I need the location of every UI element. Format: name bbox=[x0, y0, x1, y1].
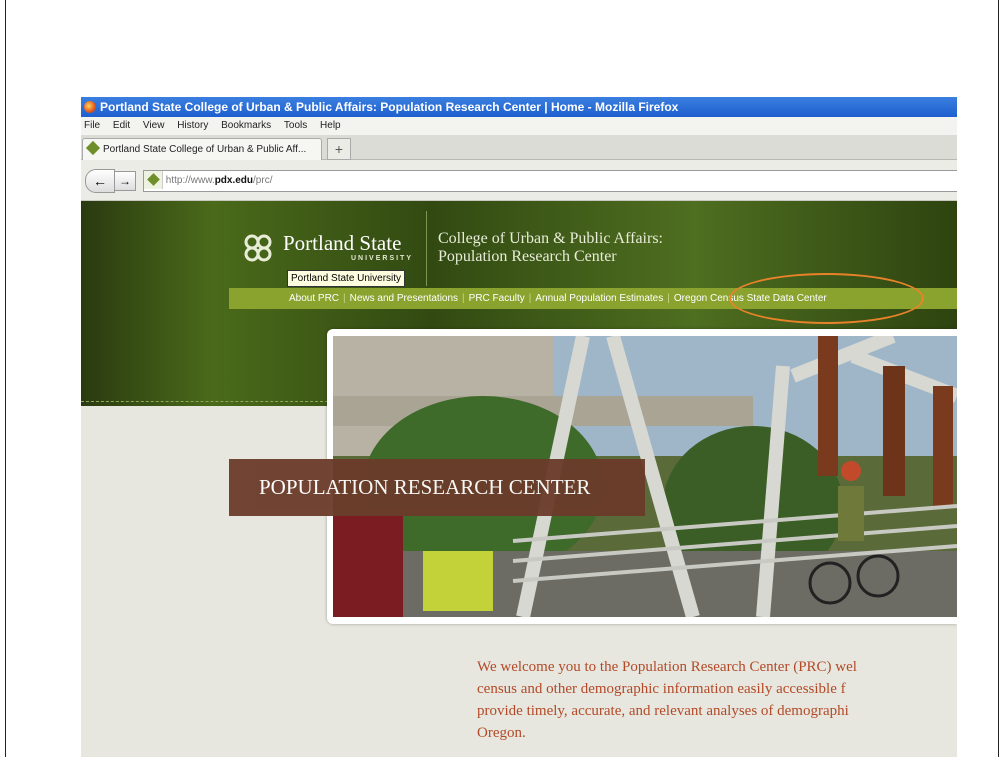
address-bar[interactable]: http://www.pdx.edu/prc/ bbox=[143, 170, 957, 192]
browser-window: Portland State College of Urban & Public… bbox=[81, 97, 957, 757]
url-prefix: http://www. bbox=[165, 175, 215, 186]
forward-button[interactable]: → bbox=[114, 171, 136, 191]
nav-news[interactable]: News and Presentations bbox=[350, 293, 458, 304]
favicon-icon bbox=[85, 140, 101, 156]
nav-faculty[interactable]: PRC Faculty bbox=[469, 293, 525, 304]
menu-help[interactable]: Help bbox=[320, 120, 341, 131]
header-divider bbox=[426, 211, 427, 286]
psu-logo-icon bbox=[244, 234, 272, 262]
logo-tooltip: Portland State University bbox=[287, 270, 406, 287]
site-identity-icon[interactable] bbox=[144, 171, 163, 189]
highlight-ellipse bbox=[729, 273, 924, 324]
back-button[interactable]: ← bbox=[85, 169, 115, 193]
logo-name: Portland State bbox=[283, 231, 402, 255]
url-domain: pdx.edu bbox=[214, 175, 254, 186]
menu-file[interactable]: File bbox=[84, 120, 100, 131]
logo-sub: UNIVERSITY bbox=[351, 255, 414, 262]
welcome-text: We welcome you to the Population Researc… bbox=[477, 659, 857, 741]
window-title: Portland State College of Urban & Public… bbox=[100, 100, 679, 114]
tab-prc-home[interactable]: Portland State College of Urban & Public… bbox=[82, 138, 322, 160]
menu-bookmarks[interactable]: Bookmarks bbox=[221, 120, 271, 131]
nav-annual-estimates[interactable]: Annual Population Estimates bbox=[535, 293, 663, 304]
navigation-toolbar: ← → http://www.pdx.edu/prc/ bbox=[81, 160, 957, 201]
firefox-icon bbox=[84, 101, 96, 113]
college-line-1: College of Urban & Public Affairs: bbox=[438, 230, 663, 247]
population-research-banner: POPULATION RESEARCH CENTER bbox=[229, 459, 645, 516]
college-line-2: Population Research Center bbox=[438, 248, 617, 265]
college-title[interactable]: College of Urban & Public Affairs: Popul… bbox=[438, 230, 663, 266]
new-tab-button[interactable]: + bbox=[327, 138, 351, 160]
menu-view[interactable]: View bbox=[143, 120, 165, 131]
url-path: /prc/ bbox=[253, 175, 273, 186]
header-dashed-line bbox=[81, 401, 328, 404]
tab-label: Portland State College of Urban & Public… bbox=[103, 144, 307, 155]
menu-tools[interactable]: Tools bbox=[284, 120, 307, 131]
menu-history[interactable]: History bbox=[177, 120, 208, 131]
menu-edit[interactable]: Edit bbox=[113, 120, 130, 131]
page-content: Portland State UNIVERSITY College of Urb… bbox=[81, 201, 957, 757]
nav-about-prc[interactable]: About PRC bbox=[289, 293, 339, 304]
title-bar: Portland State College of Urban & Public… bbox=[81, 97, 957, 117]
menu-bar: File Edit View History Bookmarks Tools H… bbox=[81, 117, 957, 135]
tab-bar: Portland State College of Urban & Public… bbox=[81, 135, 957, 160]
